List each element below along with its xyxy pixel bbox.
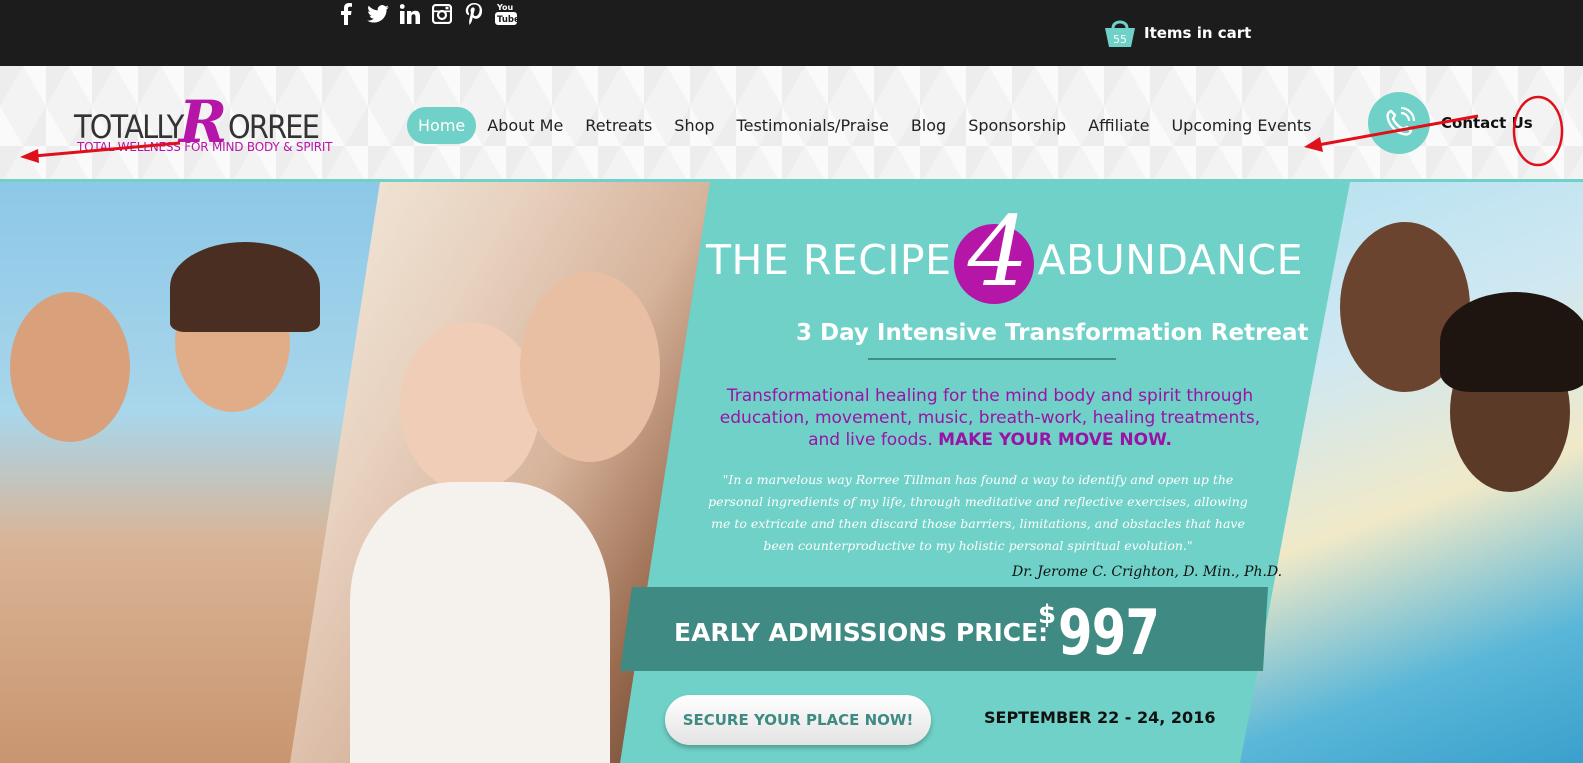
- nav-affiliate[interactable]: Affiliate: [1077, 107, 1160, 144]
- photo-face: [400, 322, 540, 492]
- linkedin-icon[interactable]: [398, 2, 422, 26]
- top-bar: You Tube 55 Items in cart: [0, 0, 1583, 66]
- logo-tagline: TOTAL WELLNESS FOR MIND BODY & SPIRIT: [77, 140, 333, 154]
- nav-home[interactable]: Home: [407, 107, 477, 144]
- svg-text:55: 55: [1113, 33, 1127, 46]
- price-value: 997: [1058, 596, 1160, 669]
- photo-hair: [170, 242, 320, 332]
- nav-testimonials[interactable]: Testimonials/Praise: [726, 107, 900, 144]
- svg-text:Tube: Tube: [497, 15, 517, 25]
- hero-title: THE RECIPE 4 ABUNDANCE: [706, 204, 1304, 304]
- hero-banner: THE RECIPE 4 ABUNDANCE 3 Day Intensive T…: [0, 182, 1583, 763]
- price-label: EARLY ADMISSIONS PRICE:: [674, 618, 1049, 647]
- secure-place-button[interactable]: SECURE YOUR PLACE NOW!: [665, 695, 931, 745]
- nav-retreats[interactable]: Retreats: [574, 107, 663, 144]
- subtitle-divider: [868, 358, 1116, 360]
- nav-sponsorship[interactable]: Sponsorship: [957, 107, 1077, 144]
- svg-text:You: You: [496, 3, 514, 12]
- site-header: TOTALLY R ORREE TOTAL WELLNESS FOR MIND …: [0, 66, 1583, 182]
- photo-face: [10, 292, 130, 442]
- cart-link[interactable]: 55 Items in cart: [1104, 18, 1251, 48]
- contact-us-link[interactable]: Contact Us: [1441, 114, 1533, 132]
- blurb-cta: MAKE YOUR MOVE NOW.: [938, 430, 1172, 450]
- hero-subtitle: 3 Day Intensive Transformation Retreat: [796, 320, 1309, 346]
- nav-about-me[interactable]: About Me: [476, 107, 574, 144]
- nav-upcoming-events[interactable]: Upcoming Events: [1160, 107, 1322, 144]
- site-logo[interactable]: TOTALLY R ORREE TOTAL WELLNESS FOR MIND …: [74, 88, 339, 160]
- title-left: THE RECIPE: [706, 236, 952, 284]
- nav-shop[interactable]: Shop: [663, 107, 725, 144]
- photo-hair: [1440, 292, 1583, 392]
- nav-blog[interactable]: Blog: [900, 107, 957, 144]
- price-currency: $: [1038, 600, 1057, 630]
- event-date: SEPTEMBER 22 - 24, 2016: [984, 708, 1216, 727]
- youtube-icon[interactable]: You Tube: [494, 2, 518, 26]
- shopping-basket-icon: 55: [1105, 20, 1135, 47]
- title-number: 4: [967, 196, 1030, 308]
- photo-face: [520, 272, 660, 462]
- testimonial-quote: "In a marvelous way Rorree Tillman has f…: [708, 472, 1248, 553]
- title-four-badge: 4: [953, 204, 1036, 304]
- social-links: You Tube: [334, 2, 518, 26]
- pinterest-icon[interactable]: [462, 2, 486, 26]
- twitter-icon[interactable]: [366, 2, 390, 26]
- testimonial-author: Dr. Jerome C. Crighton, D. Min., Ph.D.: [1012, 564, 1283, 580]
- facebook-icon[interactable]: [334, 2, 358, 26]
- hero-blurb: Transformational healing for the mind bo…: [705, 385, 1275, 451]
- photo-shirt: [350, 482, 610, 763]
- instagram-icon[interactable]: [430, 2, 454, 26]
- phone-icon[interactable]: [1368, 92, 1430, 154]
- cart-label: Items in cart: [1144, 24, 1252, 42]
- main-nav: Home About Me Retreats Shop Testimonials…: [407, 107, 1323, 144]
- title-right: ABUNDANCE: [1037, 236, 1304, 284]
